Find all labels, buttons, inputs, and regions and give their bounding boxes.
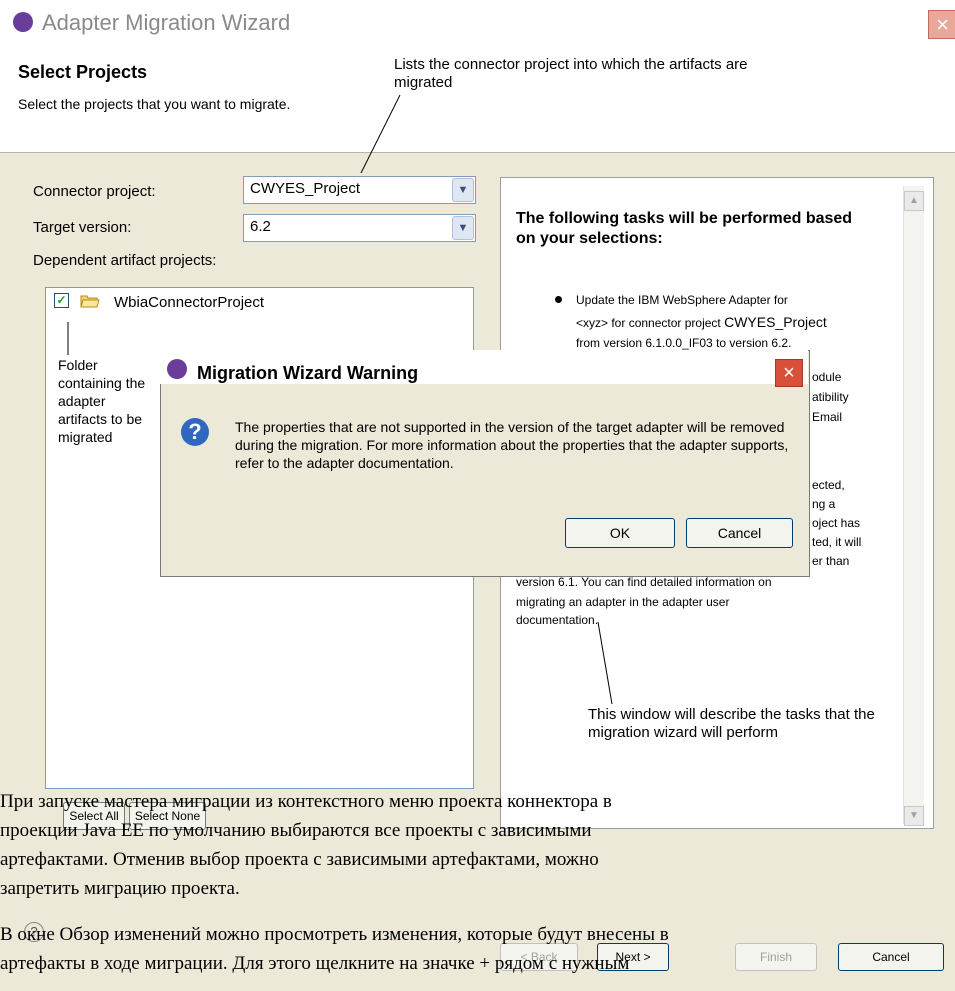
dialog-cancel-button[interactable]: Cancel (686, 518, 793, 548)
overlay-text-line: артефактами. Отменив выбор проекта с зав… (0, 849, 599, 870)
overlay-text-line: запретить миграцию проекта. (0, 878, 240, 899)
dialog-close-button[interactable]: × (775, 359, 803, 387)
dialog-ok-button[interactable]: OK (565, 518, 675, 548)
overlay-text-line: В окне Обзор изменений можно просмотреть… (0, 924, 669, 945)
dialog-message: The properties that are not supported in… (235, 419, 789, 471)
overlay-text-line: проекции Java EE по умолчанию выбираются… (0, 820, 592, 841)
overlay-text-line: При запуске мастера миграции из контекст… (0, 791, 612, 812)
overlay-text-line: артефакты в ходе миграции. Для этого щел… (0, 953, 630, 974)
dialog-title: Migration Wizard Warning (197, 363, 419, 383)
dialog-app-icon (167, 359, 187, 379)
question-icon: ? (181, 418, 209, 446)
